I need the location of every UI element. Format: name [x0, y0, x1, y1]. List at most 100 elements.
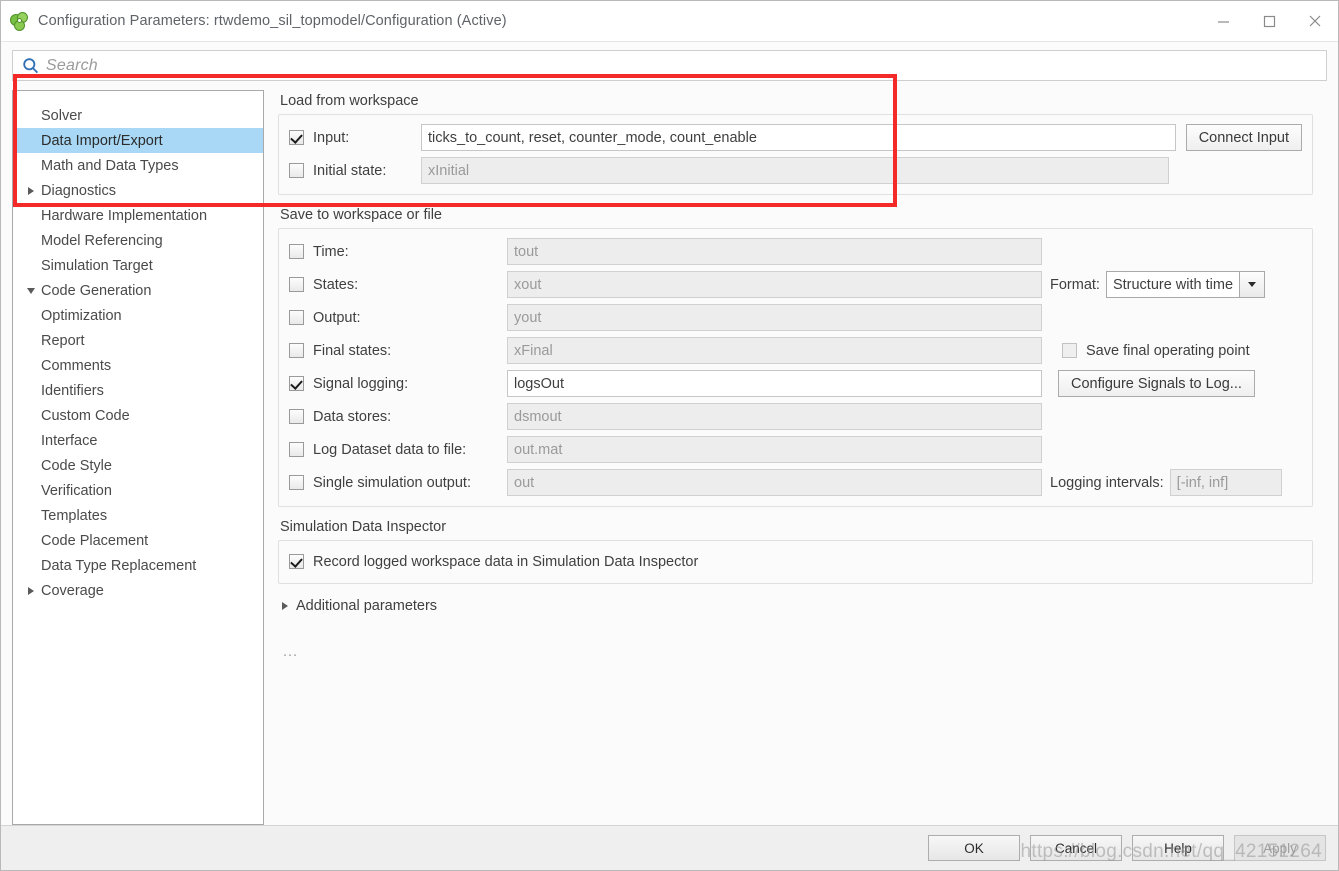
sidebar-item-label: Interface: [41, 432, 98, 449]
sidebar-item-label: Data Import/Export: [41, 132, 163, 149]
ok-button[interactable]: OK: [928, 835, 1020, 861]
configure-signals-to-log-button[interactable]: Configure Signals to Log...: [1058, 370, 1255, 397]
sidebar-item-report[interactable]: Report: [13, 328, 263, 353]
sidebar-item-data-import-export[interactable]: Data Import/Export: [13, 128, 263, 153]
cancel-button[interactable]: Cancel: [1030, 835, 1122, 861]
sidebar-item-label: Math and Data Types: [41, 157, 179, 174]
single-simulation-output-field[interactable]: out: [507, 469, 1042, 496]
initial-state-field[interactable]: xInitial: [421, 157, 1169, 184]
sidebar-item-label: Code Style: [41, 457, 112, 474]
sidebar-item-model-referencing[interactable]: Model Referencing: [13, 228, 263, 253]
data-stores-field[interactable]: dsmout: [507, 403, 1042, 430]
data-stores-row: Data stores: dsmout: [289, 403, 1042, 430]
logging-intervals-label: Logging intervals:: [1050, 474, 1164, 491]
record-logged-data-row: Record logged workspace data in Simulati…: [289, 551, 1302, 572]
additional-parameters-expander[interactable]: Additional parameters: [278, 598, 1313, 614]
time-row: Time: tout: [289, 238, 1042, 265]
sidebar-item-label: Comments: [41, 357, 112, 374]
search-placeholder: Search: [46, 56, 98, 74]
output-field[interactable]: yout: [507, 304, 1042, 331]
output-checkbox[interactable]: [289, 310, 304, 325]
sidebar-item-verification[interactable]: Verification: [13, 478, 263, 503]
log-dataset-data-to-file-label: Log Dataset data to file:: [313, 441, 467, 458]
record-logged-data-checkbox[interactable]: [289, 554, 304, 569]
signal-logging-label: Signal logging:: [313, 375, 409, 392]
sidebar-item-custom-code[interactable]: Custom Code: [13, 403, 263, 428]
log-dataset-data-to-file-field[interactable]: out.mat: [507, 436, 1042, 463]
initial-state-row: Initial state: xInitial: [289, 157, 1302, 184]
sidebar-item-templates[interactable]: Templates: [13, 503, 263, 528]
states-field[interactable]: xout: [507, 271, 1042, 298]
save-final-operating-point-row: Save final operating point: [1050, 337, 1302, 364]
logging-intervals-field[interactable]: [-inf, inf]: [1169, 469, 1282, 496]
format-dropdown[interactable]: Structure with time: [1105, 271, 1266, 298]
sidebar-item-label: Custom Code: [41, 407, 130, 424]
simulation-data-inspector-group: Record logged workspace data in Simulati…: [278, 540, 1313, 584]
title-bar: Configuration Parameters: rtwdemo_sil_to…: [1, 1, 1338, 42]
sidebar-item-code-generation[interactable]: Code Generation: [13, 278, 263, 303]
search-icon: [23, 57, 39, 73]
sidebar-item-code-placement[interactable]: Code Placement: [13, 528, 263, 553]
states-checkbox[interactable]: [289, 277, 304, 292]
input-checkbox[interactable]: [289, 130, 304, 145]
log-dataset-data-to-file-row: Log Dataset data to file: out.mat: [289, 436, 1042, 463]
save-final-operating-point-checkbox[interactable]: [1062, 343, 1077, 358]
signal-logging-row: Signal logging: logsOut: [289, 370, 1042, 397]
signal-logging-field[interactable]: logsOut: [507, 370, 1042, 397]
search-input[interactable]: Search: [12, 50, 1327, 81]
sidebar-item-interface[interactable]: Interface: [13, 428, 263, 453]
data-stores-label: Data stores:: [313, 408, 392, 425]
minimize-icon[interactable]: [1200, 1, 1246, 42]
sidebar-item-identifiers[interactable]: Identifiers: [13, 378, 263, 403]
sidebar-item-label: Solver: [41, 107, 83, 124]
time-checkbox[interactable]: [289, 244, 304, 259]
data-stores-checkbox[interactable]: [289, 409, 304, 424]
single-simulation-output-label: Single simulation output:: [313, 474, 471, 491]
sidebar-item-label: Diagnostics: [41, 182, 116, 199]
close-icon[interactable]: [1292, 1, 1338, 42]
log-dataset-data-to-file-checkbox[interactable]: [289, 442, 304, 457]
final-states-checkbox[interactable]: [289, 343, 304, 358]
chevron-right-icon[interactable]: [23, 186, 39, 195]
chevron-down-icon[interactable]: [1239, 272, 1265, 297]
maximize-icon[interactable]: [1246, 1, 1292, 42]
output-row: Output: yout: [289, 304, 1042, 331]
sidebar-item-math-and-data-types[interactable]: Math and Data Types: [13, 153, 263, 178]
initial-state-checkbox[interactable]: [289, 163, 304, 178]
additional-parameters-label: Additional parameters: [296, 598, 438, 614]
chevron-right-icon: [282, 602, 288, 610]
settings-tree[interactable]: Solver Data Import/Export Math and Data Ty…: [12, 90, 264, 825]
sidebar-item-coverage[interactable]: Coverage: [13, 578, 263, 603]
signal-logging-checkbox[interactable]: [289, 376, 304, 391]
help-button[interactable]: Help: [1132, 835, 1224, 861]
format-label: Format:: [1050, 276, 1100, 293]
sidebar-item-solver[interactable]: Solver: [13, 103, 263, 128]
sidebar-item-label: Identifiers: [41, 382, 104, 399]
dialog-body: Solver Data Import/Export Math and Data Ty…: [1, 81, 1338, 825]
sidebar-item-optimization[interactable]: Optimization: [13, 303, 263, 328]
time-field[interactable]: tout: [507, 238, 1042, 265]
load-from-workspace-group: Input: ticks_to_count, reset, counter_mo…: [278, 114, 1313, 195]
input-field[interactable]: ticks_to_count, reset, counter_mode, cou…: [421, 124, 1176, 151]
save-rows: Time: tout States: xout Output: yout Final sta…: [289, 238, 1042, 496]
sidebar-item-comments[interactable]: Comments: [13, 353, 263, 378]
record-logged-data-label: Record logged workspace data in Simulati…: [313, 553, 699, 570]
configure-signals-row: Configure Signals to Log...: [1050, 370, 1302, 397]
sidebar-item-diagnostics[interactable]: Diagnostics: [13, 178, 263, 203]
sdi-group-title: Simulation Data Inspector: [280, 519, 447, 535]
sidebar-item-code-style[interactable]: Code Style: [13, 453, 263, 478]
chevron-down-icon[interactable]: [23, 287, 39, 294]
sidebar-item-hardware-implementation[interactable]: Hardware Implementation: [13, 203, 263, 228]
sidebar-item-data-type-replacement[interactable]: Data Type Replacement: [13, 553, 263, 578]
final-states-row: Final states: xFinal: [289, 337, 1042, 364]
apply-button: Apply: [1234, 835, 1326, 861]
save-to-workspace-group: Time: tout States: xout Output: yout Final sta…: [278, 228, 1313, 507]
final-states-field[interactable]: xFinal: [507, 337, 1042, 364]
chevron-right-icon[interactable]: [23, 586, 39, 595]
sidebar-item-simulation-target[interactable]: Simulation Target: [13, 253, 263, 278]
overflow-indicator: ...: [283, 644, 299, 660]
single-simulation-output-checkbox[interactable]: [289, 475, 304, 490]
sidebar-item-label: Simulation Target: [41, 257, 153, 274]
connect-input-button[interactable]: Connect Input: [1185, 124, 1302, 151]
sidebar-item-label: Model Referencing: [41, 232, 163, 249]
